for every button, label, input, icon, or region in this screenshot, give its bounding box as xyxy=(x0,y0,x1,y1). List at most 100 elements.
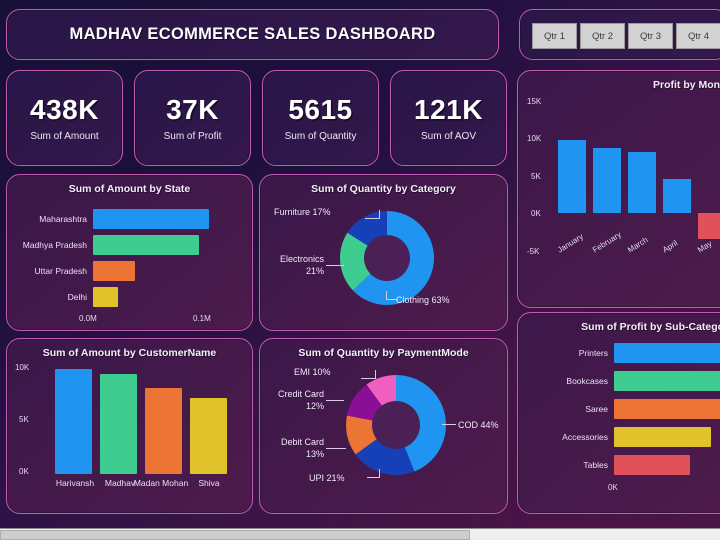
page-title: MADHAV ECOMMERCE SALES DASHBOARD xyxy=(69,25,436,43)
donut-hole xyxy=(372,401,420,449)
dashboard-canvas: MADHAV ECOMMERCE SALES DASHBOARD Qtr 1 Q… xyxy=(0,0,720,528)
slice-label-clothing: Clothing 63% xyxy=(396,295,450,305)
bar-category-label: Madhya Pradesh xyxy=(22,240,87,250)
leader-line xyxy=(386,299,398,300)
bar-category-label: Shiva xyxy=(198,478,220,488)
chart-bar[interactable]: Uttar Pradesh xyxy=(35,261,135,281)
y-axis-tick: 10K xyxy=(527,134,542,143)
plot-area xyxy=(45,367,245,474)
slice-label-electronics: Electronics 21% xyxy=(279,254,324,276)
quarter-button-3[interactable]: Qtr 3 xyxy=(628,23,673,49)
chart-profit-by-subcategory[interactable]: Sum of Profit by Sub-Category Printers B… xyxy=(517,312,720,514)
leader-line xyxy=(375,370,376,379)
chart-quantity-by-category[interactable]: Sum of Quantity by Category Furniture 17… xyxy=(259,174,508,331)
bar-category-label: Bookcases xyxy=(566,376,608,386)
bar-category-label: Maharashtra xyxy=(39,214,87,224)
chart-bar[interactable]: Madhya Pradesh xyxy=(23,235,199,255)
horizontal-scrollbar-thumb[interactable] xyxy=(0,530,470,540)
kpi-card-aov[interactable]: 121K Sum of AOV xyxy=(390,70,507,166)
x-axis-tick: 0.0M xyxy=(79,314,97,323)
slice-label-upi: UPI 21% xyxy=(309,473,345,483)
kpi-card-quantity[interactable]: 5615 Sum of Quantity xyxy=(262,70,379,166)
leader-line xyxy=(326,400,344,401)
y-axis-tick: 15K xyxy=(527,97,542,106)
kpi-card-profit[interactable]: 37K Sum of Profit xyxy=(134,70,251,166)
chart-title: Profit by Month xyxy=(653,79,720,91)
donut-hole xyxy=(364,235,410,281)
horizontal-scrollbar[interactable] xyxy=(0,528,720,540)
kpi-card-amount[interactable]: 438K Sum of Amount xyxy=(6,70,123,166)
chart-bar[interactable] xyxy=(558,140,586,213)
chart-quantity-by-paymentmode[interactable]: Sum of Quantity by PaymentMode EMI 10% C… xyxy=(259,338,508,514)
bar-rect xyxy=(93,287,118,307)
bar-rect xyxy=(614,427,711,447)
chart-title: Sum of Quantity by PaymentMode xyxy=(298,347,469,359)
chart-profit-by-month[interactable]: Profit by Month 15K 10K 5K 0K -5K Januar… xyxy=(517,70,720,308)
chart-amount-by-state[interactable]: Sum of Amount by State Maharashtra Madhy… xyxy=(6,174,253,331)
kpi-label: Sum of Amount xyxy=(30,131,99,142)
bar-rect xyxy=(93,209,209,229)
bar-category-label: Delhi xyxy=(67,292,87,302)
chart-bar[interactable] xyxy=(190,398,227,474)
y-axis-tick: 0K xyxy=(19,467,29,476)
chart-bar[interactable]: Delhi xyxy=(68,287,118,307)
y-axis-tick: 10K xyxy=(15,363,30,372)
leader-line xyxy=(326,265,344,266)
bar-category-label: Tables xyxy=(583,460,608,470)
x-axis-tick: 0K xyxy=(608,483,618,492)
chart-title: Sum of Amount by CustomerName xyxy=(42,347,217,359)
quarter-slicer[interactable]: Qtr 1 Qtr 2 Qtr 3 Qtr 4 xyxy=(532,23,720,49)
kpi-label: Sum of Quantity xyxy=(284,131,357,142)
bar-category-label: Uttar Pradesh xyxy=(34,266,87,276)
leader-line xyxy=(365,218,379,219)
leader-line xyxy=(379,210,380,219)
x-axis-tick: 0.1M xyxy=(193,314,211,323)
leader-line xyxy=(367,477,379,478)
chart-title: Sum of Profit by Sub-Category xyxy=(581,321,720,333)
dashboard-title-bar: MADHAV ECOMMERCE SALES DASHBOARD xyxy=(6,9,499,60)
chart-bar[interactable] xyxy=(628,152,656,213)
chart-bar[interactable] xyxy=(100,374,137,474)
bar-category-label: Saree xyxy=(585,404,608,414)
slice-label-credit-card: Credit Card 12% xyxy=(277,389,324,411)
bar-rect xyxy=(93,235,199,255)
bar-category-label: Printers xyxy=(578,348,608,358)
kpi-label: Sum of Profit xyxy=(163,131,222,142)
chart-amount-by-customername[interactable]: Sum of Amount by CustomerName 10K 5K 0K … xyxy=(6,338,253,514)
kpi-value: 37K xyxy=(166,94,219,125)
kpi-value: 5615 xyxy=(288,94,353,125)
chart-title: Sum of Quantity by Category xyxy=(311,183,456,195)
chart-title: Sum of Amount by State xyxy=(68,183,191,195)
chart-bar[interactable] xyxy=(698,213,720,239)
y-axis-tick: -5K xyxy=(527,247,540,256)
quarter-button-2[interactable]: Qtr 2 xyxy=(580,23,625,49)
chart-bar[interactable] xyxy=(145,388,182,474)
chart-bar[interactable] xyxy=(663,179,691,213)
slice-label-furniture: Furniture 17% xyxy=(274,207,331,217)
chart-bar[interactable]: Saree xyxy=(585,399,720,419)
quarter-button-1[interactable]: Qtr 1 xyxy=(532,23,577,49)
leader-line xyxy=(386,291,387,300)
y-axis-tick: 0K xyxy=(531,209,541,218)
leader-line xyxy=(379,469,380,478)
bar-rect xyxy=(614,455,690,475)
kpi-label: Sum of AOV xyxy=(420,131,477,142)
leader-line xyxy=(326,448,346,449)
y-axis-tick: 5K xyxy=(19,415,29,424)
y-axis-tick: 5K xyxy=(531,172,541,181)
chart-bar[interactable] xyxy=(593,148,621,213)
chart-bar[interactable]: Accessories xyxy=(562,427,711,447)
slice-label-cod: COD 44% xyxy=(458,420,499,430)
quarter-button-4[interactable]: Qtr 4 xyxy=(676,23,720,49)
kpi-value: 438K xyxy=(30,94,99,125)
kpi-value: 121K xyxy=(414,94,483,125)
chart-bar[interactable]: Printers xyxy=(579,343,720,363)
bar-rect xyxy=(93,261,135,281)
chart-bar[interactable]: Maharashtra xyxy=(39,209,209,229)
chart-bar[interactable]: Tables xyxy=(583,455,690,475)
chart-bar[interactable]: Bookcases xyxy=(566,371,720,391)
bar-rect xyxy=(614,343,720,363)
leader-line xyxy=(442,424,456,425)
chart-bar[interactable] xyxy=(55,369,92,474)
quarter-slicer-panel: Qtr 1 Qtr 2 Qtr 3 Qtr 4 xyxy=(519,9,720,60)
